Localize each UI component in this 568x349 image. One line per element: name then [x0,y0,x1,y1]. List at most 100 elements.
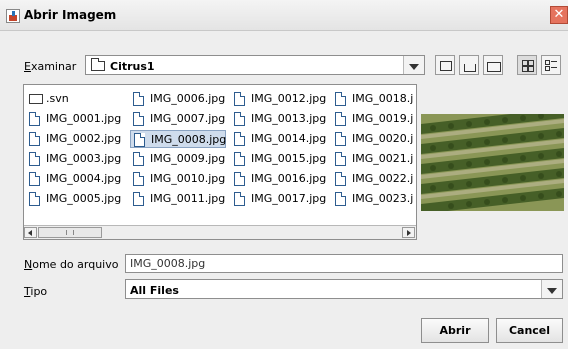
chevron-down-icon[interactable] [403,56,424,74]
file-name: IMG_0014.jpg [251,132,327,145]
close-button[interactable]: ✕ [550,6,568,24]
chevron-down-icon[interactable] [541,280,562,298]
title-bar[interactable]: Abrir Imagem ✕ [0,0,568,31]
folder-icon [29,94,43,104]
list-item[interactable]: IMG_0012.jpg [231,90,326,108]
scroll-left-button[interactable] [24,227,37,238]
home-icon [464,64,476,72]
list-item-folder[interactable]: .svn [26,90,69,108]
look-in-combo[interactable]: Citrus1 [85,55,425,75]
open-button[interactable]: Abrir [421,318,489,343]
file-icon [335,132,346,146]
details-view-icon [545,60,550,65]
file-name: IMG_0017.jpg [251,192,327,205]
file-name: IMG_0001.jpg [46,112,122,125]
file-icon [29,112,40,126]
file-name: .svn [46,92,69,105]
new-folder-icon [487,62,501,72]
details-view-button[interactable] [541,55,561,75]
list-item[interactable]: IMG_0013.jpg [231,110,326,128]
file-name-input[interactable]: IMG_0008.jpg [125,254,563,273]
file-name: IMG_0023.j [352,192,414,205]
file-icon [234,152,245,166]
file-type-label: Tipo [24,285,48,298]
orchard-aerial-image [421,114,564,211]
file-type-select[interactable]: All Files [125,279,563,299]
list-view-button[interactable] [517,55,537,75]
up-one-level-button[interactable] [435,55,455,75]
list-item[interactable]: IMG_0017.jpg [231,190,326,208]
file-name: IMG_0008.jpg [151,133,227,146]
horizontal-scrollbar[interactable] [24,225,416,239]
file-icon [29,132,40,146]
file-name: IMG_0021.j [352,152,414,165]
home-button[interactable] [459,55,479,75]
list-item[interactable]: IMG_0016.jpg [231,170,326,188]
list-item[interactable]: IMG_0021.j [332,150,413,168]
list-item[interactable]: IMG_0006.jpg [130,90,225,108]
file-name: IMG_0016.jpg [251,172,327,185]
file-name: IMG_0010.jpg [150,172,226,185]
file-name: IMG_0013.jpg [251,112,327,125]
list-item[interactable]: IMG_0001.jpg [26,110,121,128]
file-name: IMG_0022.j [352,172,414,185]
list-item[interactable]: IMG_0014.jpg [231,130,326,148]
file-type-value: All Files [130,284,179,297]
new-folder-button[interactable] [483,55,503,75]
list-item[interactable]: IMG_0018.j [332,90,413,108]
list-item[interactable]: IMG_0005.jpg [26,190,121,208]
file-list[interactable]: .svn IMG_0001.jpg IMG_0002.jpg IMG_0003.… [23,84,417,240]
file-icon [133,192,144,206]
file-name: IMG_0011.jpg [150,192,226,205]
file-icon [234,112,245,126]
up-one-level-icon [440,61,452,71]
file-icon [234,132,245,146]
file-icon [133,112,144,126]
list-view-icon-part [528,66,534,72]
list-item[interactable]: IMG_0020.j [332,130,413,148]
list-item[interactable]: IMG_0003.jpg [26,150,121,168]
file-name: IMG_0009.jpg [150,152,226,165]
list-item[interactable]: IMG_0002.jpg [26,130,121,148]
details-view-icon-part [551,61,557,62]
file-name: IMG_0018.j [352,92,414,105]
list-item[interactable]: IMG_0022.j [332,170,413,188]
file-name: IMG_0015.jpg [251,152,327,165]
file-icon [134,133,145,147]
file-name: IMG_0003.jpg [46,152,122,165]
java-app-icon [6,9,20,23]
look-in-label: Examinar [24,60,77,73]
file-chooser-dialog: Abrir Imagem ✕ Examinar Citrus1 .svn IMG… [0,0,568,349]
scroll-right-button[interactable] [402,227,415,238]
file-icon [234,92,245,106]
list-item[interactable]: IMG_0009.jpg [130,150,225,168]
list-item[interactable]: IMG_0023.j [332,190,413,208]
file-icon [133,92,144,106]
file-name: IMG_0019.j [352,112,414,125]
file-icon [234,192,245,206]
file-icon [335,172,346,186]
file-icon [335,192,346,206]
image-preview [421,114,564,211]
list-item[interactable]: IMG_0010.jpg [130,170,225,188]
list-item-selected[interactable]: IMG_0008.jpg [130,130,226,148]
file-name: IMG_0006.jpg [150,92,226,105]
list-item[interactable]: IMG_0007.jpg [130,110,225,128]
file-icon [335,152,346,166]
file-name: IMG_0002.jpg [46,132,122,145]
file-icon [335,92,346,106]
details-view-icon-part [545,66,550,71]
file-icon [29,192,40,206]
file-name: IMG_0005.jpg [46,192,122,205]
list-item[interactable]: IMG_0019.j [332,110,413,128]
list-item[interactable]: IMG_0004.jpg [26,170,121,188]
list-item[interactable]: IMG_0015.jpg [231,150,326,168]
file-icon [29,152,40,166]
scroll-thumb[interactable] [38,227,102,238]
window-title: Abrir Imagem [24,8,117,22]
cancel-button[interactable]: Cancel [496,318,563,343]
details-view-icon-part [551,67,557,68]
file-icon [234,172,245,186]
file-name: IMG_0012.jpg [251,92,327,105]
list-item[interactable]: IMG_0011.jpg [130,190,225,208]
